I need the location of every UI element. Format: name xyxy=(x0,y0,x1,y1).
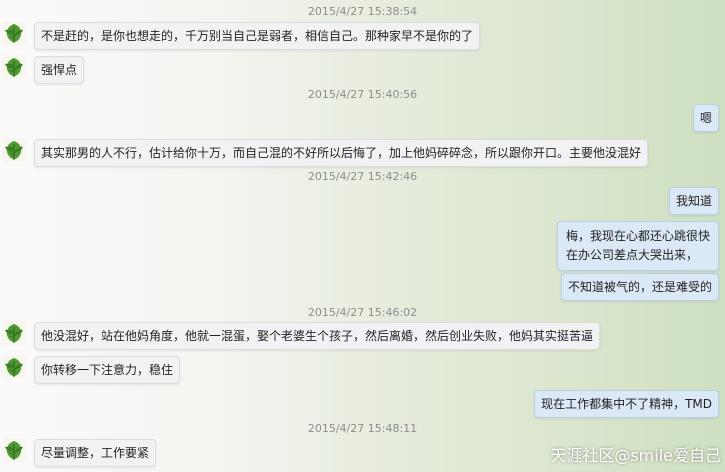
leaf-avatar-icon[interactable] xyxy=(1,54,27,80)
leaf-avatar-icon[interactable] xyxy=(1,320,27,346)
leaf-avatar-icon[interactable] xyxy=(1,437,27,463)
message-line: 在办公司差点大哭出来， xyxy=(565,248,698,262)
timestamp: 2015/4/27 15:38:54 xyxy=(307,5,418,18)
outgoing-message: 我知道 xyxy=(668,187,719,215)
watermark: 天涯社区@smile爱自己 xyxy=(550,446,721,465)
leaf-avatar-icon[interactable] xyxy=(1,137,27,163)
incoming-message: 不是赶的，是你也想走的，千万别当自己是弱者，相信自己。那种家早不是你的了 xyxy=(34,22,481,50)
incoming-message: 强悍点 xyxy=(34,56,85,84)
leaf-avatar-icon[interactable] xyxy=(1,20,27,46)
outgoing-message: 梅，我现在心都还心跳很快 在办公司差点大哭出来， xyxy=(556,221,719,271)
message-line: 梅，我现在心都还心跳很快 xyxy=(565,229,710,243)
leaf-avatar-icon[interactable] xyxy=(1,354,27,380)
timestamp: 2015/4/27 15:46:02 xyxy=(307,306,418,319)
incoming-message: 尽量调整，工作要紧 xyxy=(34,439,157,467)
outgoing-message: 现在工作都集中不了精神，TMD xyxy=(534,390,719,418)
timestamp: 2015/4/27 15:40:56 xyxy=(307,88,418,101)
incoming-message: 他没混好，站在他妈角度，他就一混蛋，娶个老婆生个孩子，然后离婚，然后创业失败，他… xyxy=(34,322,601,350)
incoming-message: 其实那男的人不行，估计给你十万，而自己混的不好所以后悔了，加上他妈碎碎念，所以跟… xyxy=(34,139,649,167)
outgoing-message: 不知道被气的，还是难受的 xyxy=(560,273,719,301)
timestamp: 2015/4/27 15:48:11 xyxy=(307,422,418,435)
incoming-message: 你转移一下注意力，稳住 xyxy=(34,356,181,384)
timestamp: 2015/4/27 15:42:46 xyxy=(307,170,418,183)
outgoing-message: 嗯 xyxy=(692,104,719,132)
